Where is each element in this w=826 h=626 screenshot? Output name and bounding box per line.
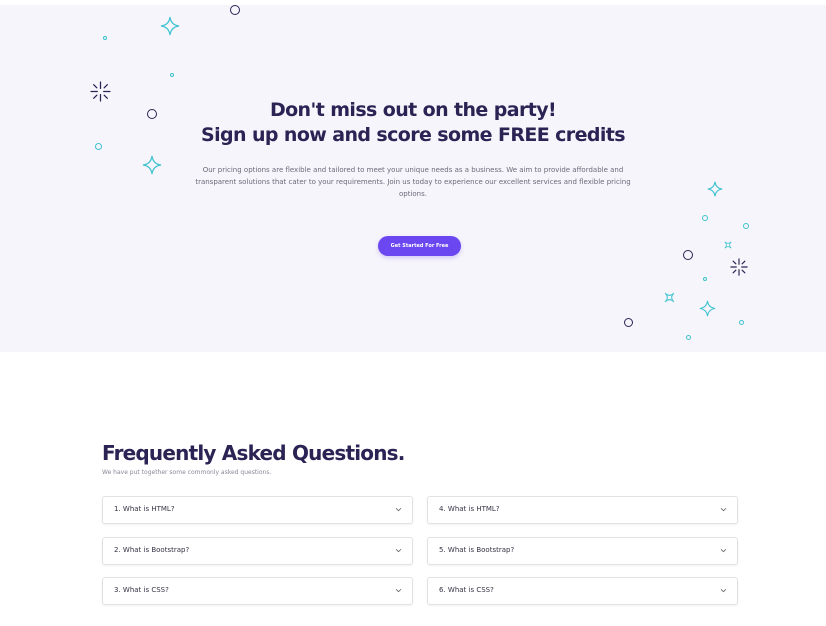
faq-question: 2. What is Bootstrap? xyxy=(114,546,190,554)
sparkle-star-icon xyxy=(142,155,162,175)
ring-icon xyxy=(703,277,707,281)
ring-icon xyxy=(686,335,691,340)
sparkle-star-icon xyxy=(160,16,180,36)
faq-title: Frequently Asked Questions. xyxy=(102,441,405,465)
sparkle-star-icon xyxy=(699,300,716,317)
hero-description-line-2: transparent solutions that cater to your… xyxy=(195,178,631,198)
sparkle-star-icon xyxy=(707,181,723,197)
burst-icon xyxy=(730,258,748,276)
hero-title: Don't miss out on the party! Sign up now… xyxy=(0,98,826,148)
ring-icon xyxy=(230,5,240,15)
get-started-button[interactable]: Get Started For Free xyxy=(378,236,461,256)
ring-icon xyxy=(739,320,744,325)
ring-icon xyxy=(743,223,749,229)
chevron-down-icon xyxy=(395,507,402,512)
chevron-down-icon xyxy=(720,507,727,512)
ring-icon xyxy=(103,36,107,40)
faq-item-6[interactable]: 6. What is CSS? xyxy=(427,577,738,605)
ring-icon xyxy=(702,215,708,221)
ring-icon xyxy=(624,318,633,327)
faq-question: 3. What is CSS? xyxy=(114,586,169,594)
ring-icon xyxy=(170,73,174,77)
faq-item-5[interactable]: 5. What is Bootstrap? xyxy=(427,537,738,565)
hero-title-line-1: Don't miss out on the party! xyxy=(269,99,557,121)
square-sparkle-icon xyxy=(664,292,675,303)
ring-icon xyxy=(683,250,693,260)
hero-description-line-1: Our pricing options are flexible and tai… xyxy=(202,166,624,174)
hero-description: Our pricing options are flexible and tai… xyxy=(190,164,636,200)
faq-item-3[interactable]: 3. What is CSS? xyxy=(102,577,413,605)
chevron-down-icon xyxy=(720,548,727,553)
chevron-down-icon xyxy=(395,588,402,593)
faq-item-1[interactable]: 1. What is HTML? xyxy=(102,496,413,524)
faq-question: 5. What is Bootstrap? xyxy=(439,546,515,554)
faq-question: 4. What is HTML? xyxy=(439,505,500,513)
chevron-down-icon xyxy=(395,548,402,553)
faq-item-2[interactable]: 2. What is Bootstrap? xyxy=(102,537,413,565)
faq-question: 6. What is CSS? xyxy=(439,586,494,594)
chevron-down-icon xyxy=(720,588,727,593)
faq-item-4[interactable]: 4. What is HTML? xyxy=(427,496,738,524)
faq-subtitle: We have put together some commonly asked… xyxy=(102,469,272,476)
faq-question: 1. What is HTML? xyxy=(114,505,175,513)
square-sparkle-icon xyxy=(724,241,732,249)
hero-title-line-2: Sign up now and score some FREE credits xyxy=(201,124,626,146)
